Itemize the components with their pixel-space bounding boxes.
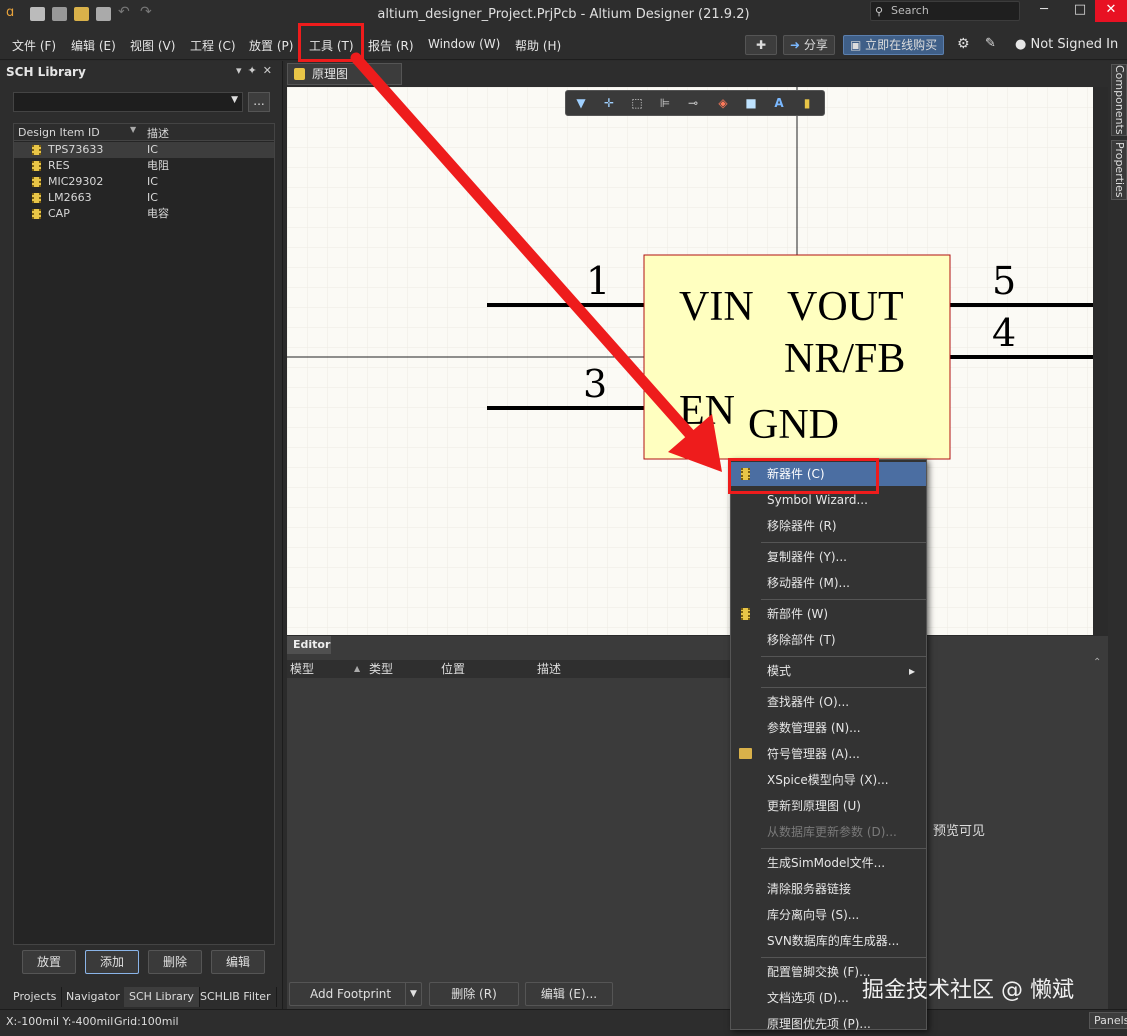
watermark: 掘金技术社区 @ 懒斌 (862, 978, 1074, 1003)
annotation-arrow (350, 52, 722, 472)
